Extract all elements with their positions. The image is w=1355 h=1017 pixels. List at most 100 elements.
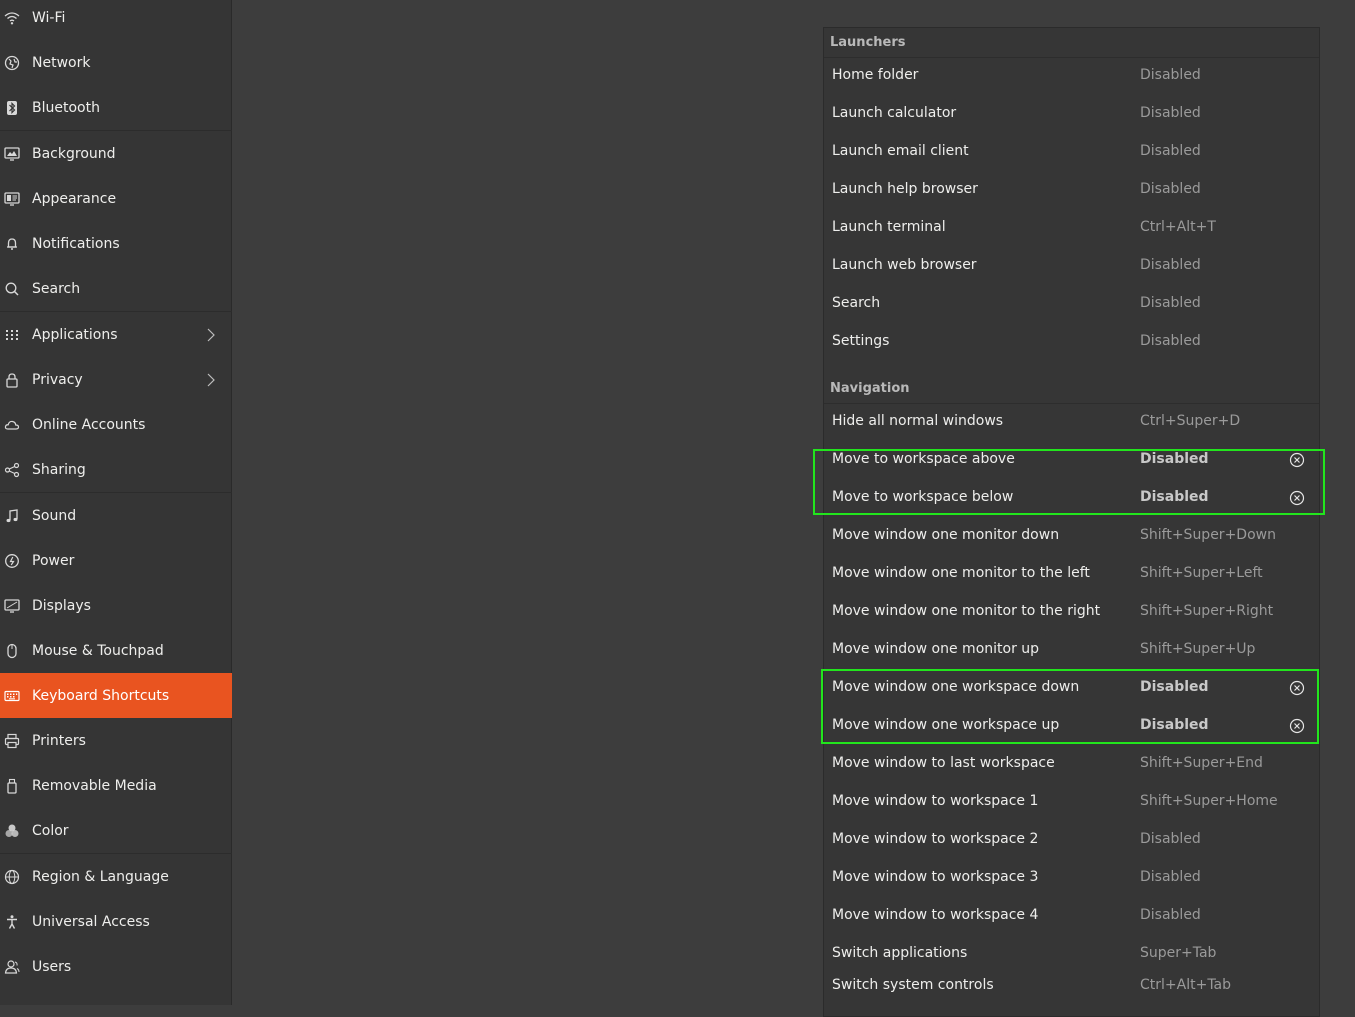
sidebar-item-sound[interactable]: Sound <box>0 493 232 538</box>
reset-icon[interactable] <box>1289 452 1305 468</box>
shortcut-accel: Shift+Super+Home <box>1140 793 1278 809</box>
sidebar-item-label: Universal Access <box>32 913 150 930</box>
shortcut-row[interactable]: Move window to workspace 3 Disabled <box>824 859 1319 897</box>
shortcut-name: Home folder <box>832 67 919 83</box>
reset-icon[interactable] <box>1289 718 1305 734</box>
shortcut-row[interactable]: Launch terminal Ctrl+Alt+T <box>824 209 1319 247</box>
sidebar-item-removable-media[interactable]: Removable Media <box>0 763 232 808</box>
shortcut-row[interactable]: Move window to workspace 4 Disabled <box>824 897 1319 935</box>
shortcut-row[interactable]: Move window one monitor down Shift+Super… <box>824 517 1319 555</box>
search-icon <box>4 281 20 297</box>
sidebar-item-network[interactable]: Network <box>0 40 232 85</box>
shortcut-accel: Disabled <box>1140 257 1201 273</box>
bluetooth-icon <box>4 100 20 116</box>
shortcut-name: Move window to last workspace <box>832 755 1055 771</box>
shortcut-row[interactable]: Search Disabled <box>824 285 1319 323</box>
shortcut-accel: Disabled <box>1140 67 1201 83</box>
accessibility-icon <box>4 914 20 930</box>
shortcut-row[interactable]: Move window one monitor up Shift+Super+U… <box>824 631 1319 669</box>
sidebar-item-label: Color <box>32 822 69 839</box>
sidebar-item-label: Sharing <box>32 461 86 478</box>
users-icon <box>4 959 20 975</box>
sidebar-item-users[interactable]: Users <box>0 944 232 989</box>
shortcut-name: Switch applications <box>832 945 968 961</box>
sidebar-item-keyboard-shortcuts[interactable]: Keyboard Shortcuts <box>0 673 232 718</box>
shortcut-accel: Shift+Super+Left <box>1140 565 1263 581</box>
sidebar-item-online-accounts[interactable]: Online Accounts <box>0 402 232 447</box>
shortcut-name: Move window one workspace up <box>832 717 1060 733</box>
sidebar-item-label: Printers <box>32 732 86 749</box>
reset-icon[interactable] <box>1289 490 1305 506</box>
sidebar-item-color[interactable]: Color <box>0 808 232 853</box>
sidebar-item-region-language[interactable]: Region & Language <box>0 854 232 899</box>
sidebar-item-applications[interactable]: Applications <box>0 312 232 357</box>
shortcut-accel: Disabled <box>1140 907 1201 923</box>
shortcut-name: Move window one monitor to the right <box>832 603 1101 619</box>
sidebar-item-appearance[interactable]: Appearance <box>0 176 232 221</box>
shortcut-accel: Ctrl+Alt+T <box>1140 219 1216 235</box>
shortcut-accel: Disabled <box>1140 679 1209 695</box>
shortcut-row[interactable]: Launch email client Disabled <box>824 133 1319 171</box>
shortcut-row[interactable]: Move window one monitor to the right Shi… <box>824 593 1319 631</box>
sidebar-item-label: Applications <box>32 326 118 343</box>
sidebar-item-mouse-touchpad[interactable]: Mouse & Touchpad <box>0 628 232 673</box>
sidebar-item-privacy[interactable]: Privacy <box>0 357 232 402</box>
appearance-icon <box>4 191 20 207</box>
shortcut-row[interactable]: Hide all normal windows Ctrl+Super+D <box>824 403 1319 441</box>
sidebar-item-label: Removable Media <box>32 777 157 794</box>
shortcut-row[interactable]: Move window one monitor to the left Shif… <box>824 555 1319 593</box>
sidebar-item-notifications[interactable]: Notifications <box>0 221 232 266</box>
sidebar-item-label: Notifications <box>32 235 120 252</box>
shortcut-row[interactable]: Launch web browser Disabled <box>824 247 1319 285</box>
sidebar-item-label: Wi-Fi <box>32 9 66 26</box>
sidebar-item-label: Search <box>32 280 81 297</box>
shortcut-row[interactable]: Move window to workspace 1 Shift+Super+H… <box>824 783 1319 821</box>
sidebar: Wi-Fi Network Bluetooth Background Appea… <box>0 0 232 1005</box>
network-icon <box>4 55 20 71</box>
sidebar-item-background[interactable]: Background <box>0 131 232 176</box>
shortcut-row[interactable]: Move window to workspace 2 Disabled <box>824 821 1319 859</box>
sidebar-item-displays[interactable]: Displays <box>0 583 232 628</box>
sidebar-item-power[interactable]: Power <box>0 538 232 583</box>
sidebar-item-sharing[interactable]: Sharing <box>0 447 232 492</box>
sidebar-item-bluetooth[interactable]: Bluetooth <box>0 85 232 130</box>
color-icon <box>4 823 20 839</box>
shortcut-accel: Disabled <box>1140 143 1201 159</box>
sidebar-item-label: Network <box>32 54 91 71</box>
printer-icon <box>4 733 20 749</box>
sidebar-item-label: Displays <box>32 597 91 614</box>
lock-icon <box>4 372 20 388</box>
shortcut-row[interactable]: Move to workspace above Disabled <box>824 441 1319 479</box>
shortcut-name: Launch email client <box>832 143 969 159</box>
shortcut-row[interactable]: Launch help browser Disabled <box>824 171 1319 209</box>
shortcut-row[interactable]: Switch system controls Ctrl+Alt+Tab <box>824 967 1319 1005</box>
sidebar-item-printers[interactable]: Printers <box>0 718 232 763</box>
shortcut-name: Move window to workspace 2 <box>832 831 1039 847</box>
shortcut-accel: Disabled <box>1140 295 1201 311</box>
sidebar-item-label: Online Accounts <box>32 416 146 433</box>
section-header-launchers: Launchers <box>830 35 906 50</box>
shortcut-row[interactable]: Launch calculator Disabled <box>824 95 1319 133</box>
sidebar-item-label: Privacy <box>32 371 83 388</box>
sidebar-item-wifi[interactable]: Wi-Fi <box>0 0 232 40</box>
shortcut-name: Launch web browser <box>832 257 977 273</box>
shortcut-row[interactable]: Home folder Disabled <box>824 57 1319 95</box>
shortcut-name: Move to workspace below <box>832 489 1014 505</box>
display-icon <box>4 598 20 614</box>
music-note-icon <box>4 508 20 524</box>
shortcut-name: Move window to workspace 1 <box>832 793 1039 809</box>
chevron-right-icon <box>206 372 216 388</box>
shortcut-name: Move window one monitor down <box>832 527 1060 543</box>
shortcut-row[interactable]: Move window one workspace up Disabled <box>824 707 1319 745</box>
sidebar-item-universal-access[interactable]: Universal Access <box>0 899 232 944</box>
shortcut-row[interactable]: Move window to last workspace Shift+Supe… <box>824 745 1319 783</box>
shortcut-name: Move to workspace above <box>832 451 1015 467</box>
shortcut-accel: Disabled <box>1140 831 1201 847</box>
shortcut-row[interactable]: Move to workspace below Disabled <box>824 479 1319 517</box>
shortcut-row[interactable]: Move window one workspace down Disabled <box>824 669 1319 707</box>
shortcut-row[interactable]: Settings Disabled <box>824 323 1319 361</box>
sidebar-item-search[interactable]: Search <box>0 266 232 311</box>
share-icon <box>4 462 20 478</box>
reset-icon[interactable] <box>1289 680 1305 696</box>
shortcut-name: Launch terminal <box>832 219 946 235</box>
